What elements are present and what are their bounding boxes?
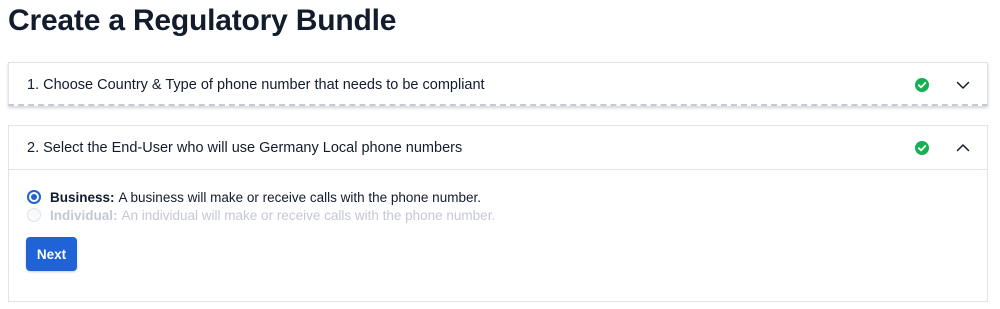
check-circle-icon [915,78,929,92]
page-title: Create a Regulatory Bundle [8,4,397,37]
next-button[interactable]: Next [26,237,77,271]
business-option-description: A business will make or receive calls wi… [118,189,481,205]
step-2-title: 2. Select the End-User who will use Germ… [27,139,463,156]
step-1-header[interactable]: 1. Choose Country & Type of phone number… [9,63,987,107]
individual-radio [27,208,41,222]
step-2-header[interactable]: 2. Select the End-User who will use Germ… [9,126,987,170]
individual-option-title: Individual: [50,207,118,223]
check-circle-icon [915,140,929,155]
step-2-panel: 2. Select the End-User who will use Germ… [8,125,988,302]
step-1-panel: 1. Choose Country & Type of phone number… [8,62,988,106]
business-option[interactable]: Business: A business will make or receiv… [27,188,495,206]
chevron-down-icon[interactable] [955,77,971,93]
individual-option: Individual: An individual will make or r… [27,206,495,224]
individual-option-description: An individual will make or receive calls… [121,207,496,223]
chevron-up-icon[interactable] [955,140,971,156]
step-1-title: 1. Choose Country & Type of phone number… [27,77,485,93]
end-user-radio-group: Business: A business will make or receiv… [27,188,495,224]
business-option-title: Business: [50,189,115,205]
business-radio[interactable] [27,190,41,204]
